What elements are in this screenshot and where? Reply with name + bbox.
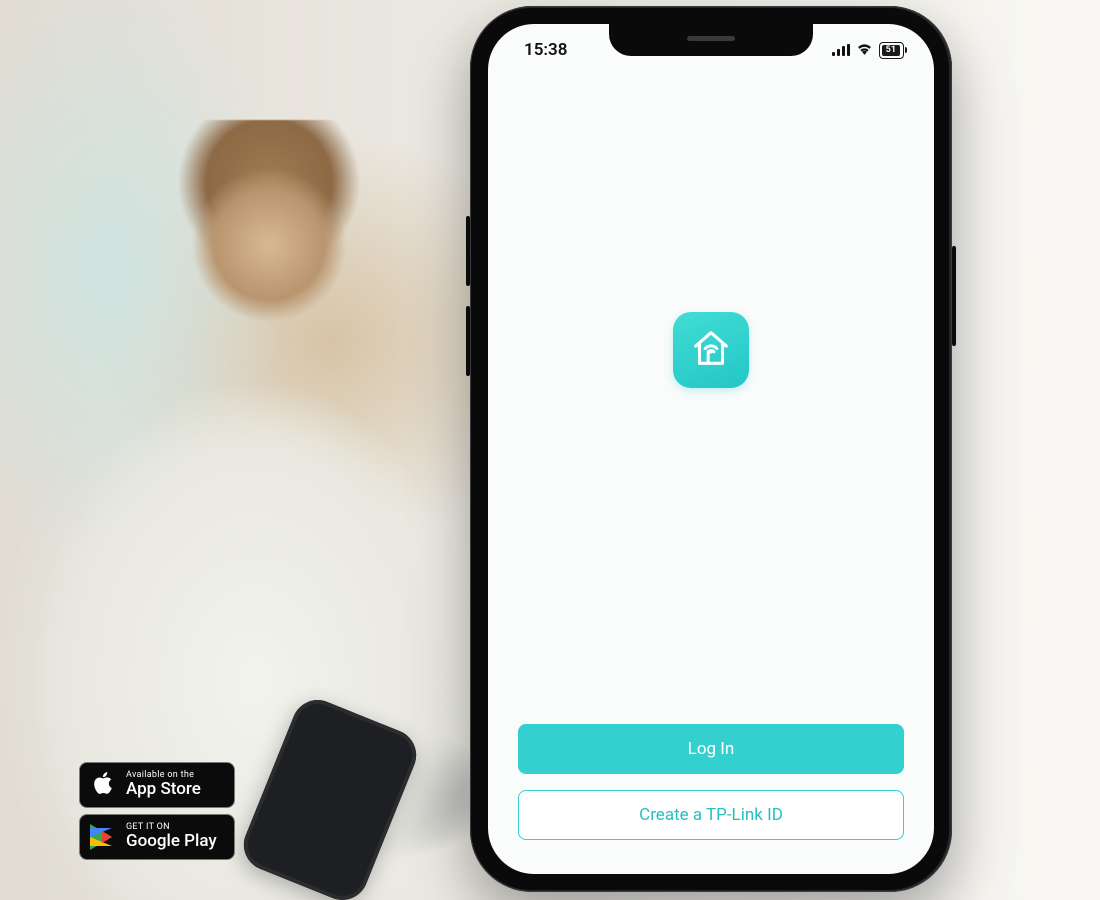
create-id-button[interactable]: Create a TP-Link ID <box>518 790 904 840</box>
auth-buttons: Log In Create a TP-Link ID <box>488 724 934 840</box>
phone-notch <box>609 24 813 56</box>
cellular-signal-icon <box>832 44 850 56</box>
phone-frame: 15:38 51 <box>470 6 952 892</box>
app-store-badge[interactable]: Available on the App Store <box>79 762 235 808</box>
apple-icon <box>90 770 116 800</box>
battery-percent: 51 <box>886 45 896 55</box>
login-button-label: Log In <box>688 739 735 759</box>
app-body: Log In Create a TP-Link ID <box>488 24 934 874</box>
status-time: 15:38 <box>524 40 567 60</box>
store-badges: Available on the App Store GET IT ON Goo… <box>79 762 235 860</box>
google-play-badge[interactable]: GET IT ON Google Play <box>79 814 235 860</box>
app-store-badge-line2: App Store <box>126 780 201 800</box>
status-icons: 51 <box>832 40 904 60</box>
login-button[interactable]: Log In <box>518 724 904 774</box>
tether-house-wifi-icon <box>688 325 734 375</box>
create-id-button-label: Create a TP-Link ID <box>639 805 783 825</box>
wifi-icon <box>856 40 873 60</box>
app-logo <box>673 312 749 388</box>
app-store-badge-text: Available on the App Store <box>126 771 201 800</box>
google-play-icon <box>90 824 116 850</box>
google-play-badge-text: GET IT ON Google Play <box>126 823 217 852</box>
google-play-badge-line2: Google Play <box>126 832 217 852</box>
phone-screen: 15:38 51 <box>488 24 934 874</box>
battery-icon: 51 <box>879 42 904 59</box>
